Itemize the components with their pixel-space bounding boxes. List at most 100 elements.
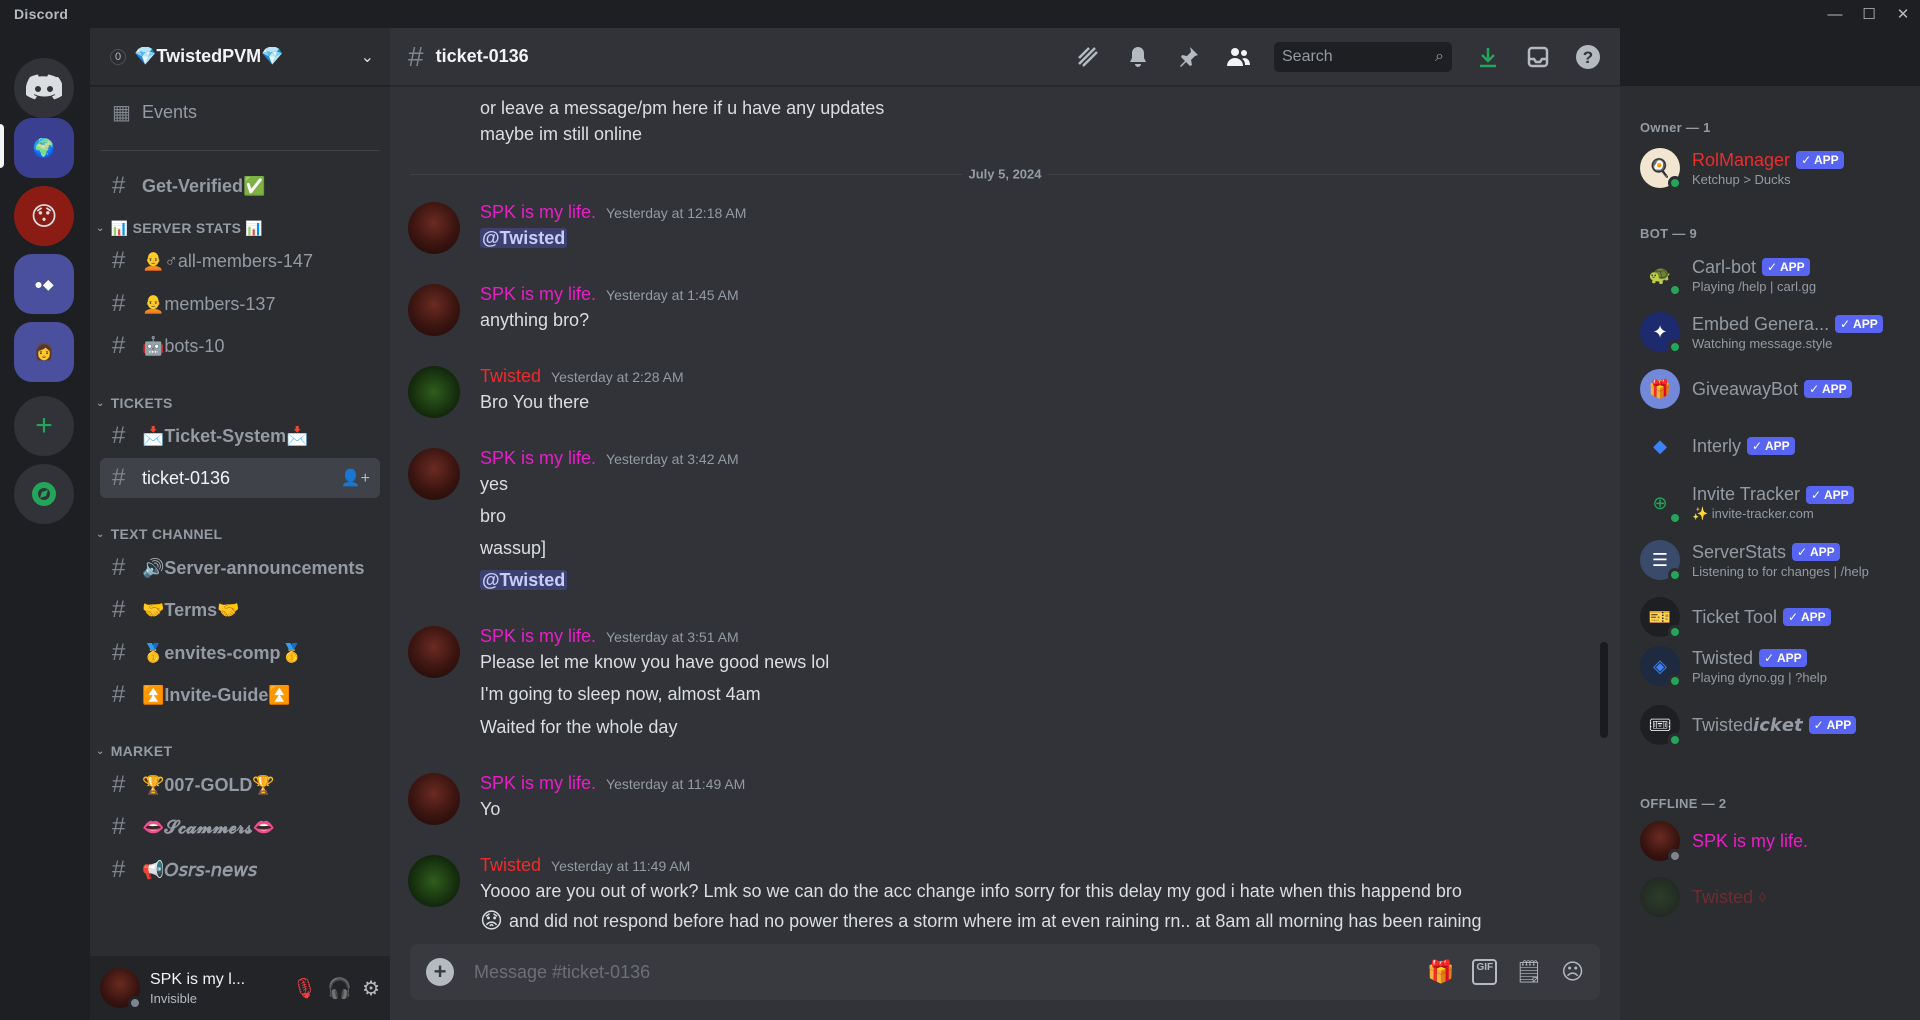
worried-emoji-icon: 😟 (480, 908, 503, 932)
channel-label: 📢𝘖𝘴𝘳𝘴-𝘯𝘦𝘸𝘴 (142, 859, 258, 880)
channel-ticket-system[interactable]: # 📩Ticket-System📩 (100, 416, 380, 456)
avatar[interactable] (408, 202, 460, 254)
emoji-icon[interactable]: ☹ (1561, 959, 1584, 985)
server-twistedpvm[interactable]: 🌍 (14, 118, 74, 178)
inbox-icon[interactable] (1524, 43, 1552, 71)
member-item[interactable]: Twisted ◊ (1640, 872, 1910, 922)
member-item[interactable]: 🎟 Twisted𝙞𝙘𝙠𝙚𝙩 ✓ APP (1640, 700, 1910, 750)
category-server-stats[interactable]: ⌄ 📊 SERVER STATS 📊 (96, 220, 263, 237)
events-item[interactable]: ▦ Events (100, 92, 380, 132)
author-name[interactable]: SPK is my life. (480, 284, 596, 305)
channel-all-members[interactable]: # 🧑‍🦲♂all-members-147 (100, 241, 380, 281)
message-content: Yoooo are you out of work? Lmk so we can… (480, 881, 1462, 901)
download-icon[interactable] (1474, 43, 1502, 71)
avatar[interactable] (408, 626, 460, 678)
server-twistedpvm-icon: 🌍 (32, 137, 56, 158)
guild-header[interactable]: 0 💎TwistedPVM💎 ⌄ (90, 28, 390, 86)
headphones-icon[interactable]: 🎧 (327, 976, 352, 1001)
bell-icon[interactable] (1124, 43, 1152, 71)
explore-button[interactable] (14, 464, 74, 524)
channel-bots[interactable]: # 🤖bots-10 (100, 326, 380, 366)
threads-icon[interactable] (1074, 43, 1102, 71)
channel-scammers[interactable]: # 👄𝓢𝓬𝓪𝓶𝓶𝓮𝓻𝓼👄 (100, 807, 380, 847)
channel-ticket-0136[interactable]: # ticket-0136 👤+ (100, 458, 380, 498)
member-item[interactable]: 🎫 Ticket Tool ✓ APP (1640, 592, 1910, 642)
minimize-icon[interactable]: — (1818, 0, 1852, 28)
member-item[interactable]: ◆ Interly ✓ APP (1640, 421, 1910, 471)
channel-invite-guide[interactable]: # ⏫Invite-Guide⏫ (100, 675, 380, 715)
avatar[interactable] (100, 968, 142, 1010)
message-composer[interactable]: + Message #ticket-0136 🎁 GIF 🗒 ☹ (410, 944, 1600, 1000)
avatar[interactable] (408, 284, 460, 336)
user-mention[interactable]: @Twisted (480, 570, 568, 590)
message-content: bro (480, 506, 507, 526)
gear-icon[interactable]: ⚙ (362, 976, 380, 1001)
maximize-icon[interactable]: ☐ (1852, 0, 1886, 28)
member-name: Twisted𝙞𝙘𝙠𝙚𝙩 (1692, 714, 1803, 735)
help-icon[interactable]: ? (1574, 43, 1602, 71)
channel-get-verified[interactable]: # Get-Verified✅ (100, 166, 380, 206)
channel-label: 🧑‍🦲members-137 (142, 293, 276, 314)
member-item[interactable]: ◈ Twisted ✓ APP Playing dyno.gg | ?help (1640, 641, 1910, 691)
server-folder[interactable]: ●◆ (14, 254, 74, 314)
timestamp: Yesterday at 11:49 AM (551, 858, 691, 874)
gif-icon[interactable]: GIF (1472, 959, 1498, 985)
avatar[interactable] (408, 448, 460, 500)
author-name[interactable]: SPK is my life. (480, 626, 596, 647)
members-icon[interactable] (1224, 43, 1252, 71)
sticker-icon[interactable]: 🗒 (1515, 959, 1543, 985)
member-item[interactable]: 🎁 GiveawayBot ✓ APP (1640, 364, 1910, 414)
category-text-channel[interactable]: ⌄ TEXT CHANNEL (96, 526, 222, 542)
avatar[interactable] (408, 773, 460, 825)
member-item[interactable]: 🐢 Carl-bot ✓ APP Playing /help | carl.gg (1640, 250, 1910, 300)
attach-plus-icon[interactable]: + (426, 958, 454, 986)
member-name: Ticket Tool (1692, 606, 1778, 627)
avatar: 🎫 (1640, 597, 1682, 639)
channel-007-gold[interactable]: # 🏆007-GOLD🏆 (100, 765, 380, 805)
channel-members[interactable]: # 🧑‍🦲members-137 (100, 284, 380, 324)
member-item[interactable]: ☰ ServerStats ✓ APP Listening to for chan… (1640, 535, 1910, 585)
username: SPK is my l... (150, 970, 246, 988)
user-mention[interactable]: @Twisted (480, 228, 568, 248)
server-2[interactable]: 😯 (14, 186, 74, 246)
member-item[interactable]: ✦ Embed Genera... ✓ APP Watching message.… (1640, 307, 1910, 357)
add-member-icon[interactable]: 👤+ (341, 468, 370, 488)
author-name[interactable]: SPK is my life. (480, 773, 596, 794)
channel-envites-comp[interactable]: # 🥇envites-comp🥇 (100, 633, 380, 673)
category-tickets[interactable]: ⌄ TICKETS (96, 395, 173, 411)
gift-icon[interactable]: 🎁 (1427, 959, 1454, 985)
app-tag: ✓ APP (1808, 716, 1857, 734)
channel-osrs-news[interactable]: # 📢𝘖𝘴𝘳𝘴-𝘯𝘦𝘸𝘴 (100, 850, 380, 890)
channel-server-announcements[interactable]: # 🔊Server-announcements (100, 548, 380, 588)
mic-muted-icon[interactable]: 🎙 (292, 976, 317, 1001)
server-4[interactable]: 👩 (14, 322, 74, 382)
caret-icon: ⌄ (96, 397, 105, 409)
member-activity: ✨ invite-tracker.com (1692, 506, 1814, 521)
author-name[interactable]: SPK is my life. (480, 202, 596, 223)
channel-sidebar: 0 💎TwistedPVM💎 ⌄ ▦ Events # Get-Verified… (90, 28, 390, 1020)
channel-terms[interactable]: # 🤝Terms🤝 (100, 590, 380, 630)
avatar[interactable] (408, 855, 460, 907)
online-status-icon (1668, 674, 1682, 688)
member-item[interactable]: 🍳 RolManager ✓ APP Ketchup > Ducks (1640, 143, 1910, 193)
member-item[interactable]: SPK is my life. (1640, 816, 1910, 866)
scrollbar-thumb[interactable] (1600, 642, 1608, 738)
author-name[interactable]: Twisted (480, 366, 541, 387)
author-name[interactable]: SPK is my life. (480, 448, 596, 469)
member-name: Twisted (1692, 647, 1754, 668)
direct-messages-button[interactable] (14, 58, 74, 118)
pin-icon[interactable] (1174, 43, 1202, 71)
chevron-down-icon[interactable]: ⌄ (361, 47, 374, 67)
search-input[interactable]: Search ⌕ (1274, 41, 1452, 72)
add-server-button[interactable]: + (14, 396, 74, 456)
channel-label: 🔊Server-announcements (142, 557, 365, 578)
online-status-icon (1668, 176, 1682, 190)
author-name[interactable]: Twisted (480, 855, 541, 876)
avatar[interactable] (408, 366, 460, 418)
message-input[interactable]: Message #ticket-0136 (474, 962, 1427, 983)
user-info[interactable]: SPK is my l... Invisible (150, 971, 292, 1006)
member-item[interactable]: ⊕ Invite Tracker ✓ APP ✨ invite-tracker.c… (1640, 478, 1910, 528)
message-header: SPK is my life. Yesterday at 11:49 AM (480, 773, 745, 794)
close-icon[interactable]: ✕ (1886, 0, 1920, 28)
category-market[interactable]: ⌄ MARKET (96, 743, 172, 759)
